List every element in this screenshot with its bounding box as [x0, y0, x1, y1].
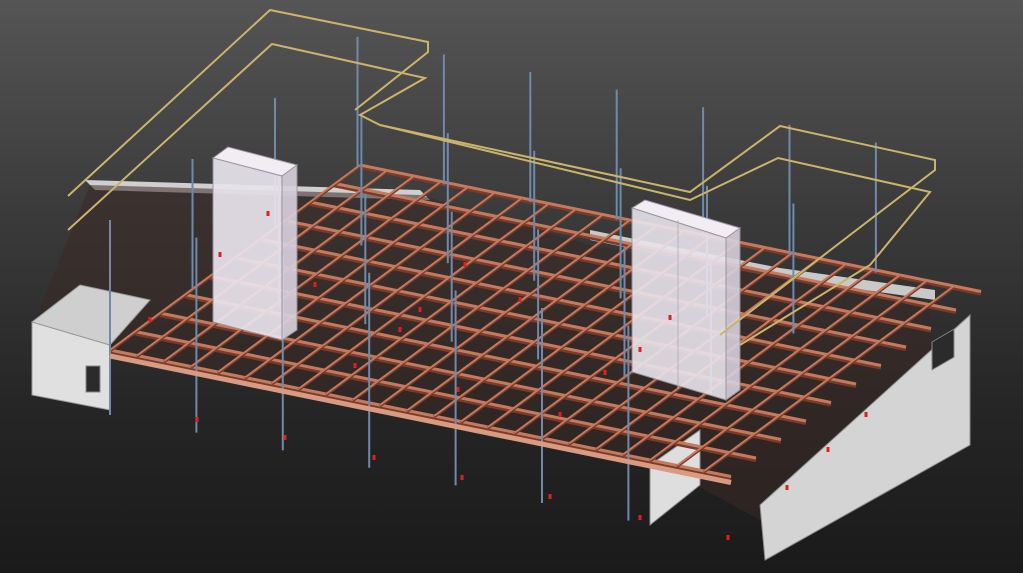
building-structure-model-icon	[30, 8, 982, 561]
load-marker	[638, 515, 642, 520]
load-marker	[313, 282, 317, 287]
load-marker	[558, 412, 562, 417]
load-marker	[463, 262, 467, 267]
window-left	[85, 365, 101, 393]
3d-model-viewport[interactable]	[0, 0, 1023, 573]
load-marker	[218, 252, 222, 257]
load-marker	[372, 455, 376, 460]
load-marker	[398, 327, 402, 332]
load-marker	[638, 347, 642, 352]
load-marker	[864, 412, 868, 417]
stair-core-right[interactable]	[630, 199, 742, 401]
load-marker	[195, 417, 199, 422]
load-marker	[266, 211, 270, 216]
load-marker	[353, 363, 357, 368]
load-marker	[785, 485, 789, 490]
load-marker	[283, 435, 287, 440]
load-marker	[826, 447, 830, 452]
load-marker	[548, 494, 552, 499]
stair-core-left[interactable]	[211, 146, 299, 341]
load-marker	[518, 297, 522, 302]
load-marker	[726, 535, 730, 540]
load-marker	[460, 475, 464, 480]
load-marker	[456, 387, 460, 392]
load-marker	[668, 315, 672, 320]
load-marker	[603, 370, 607, 375]
load-marker	[148, 317, 152, 322]
load-marker	[418, 307, 422, 312]
